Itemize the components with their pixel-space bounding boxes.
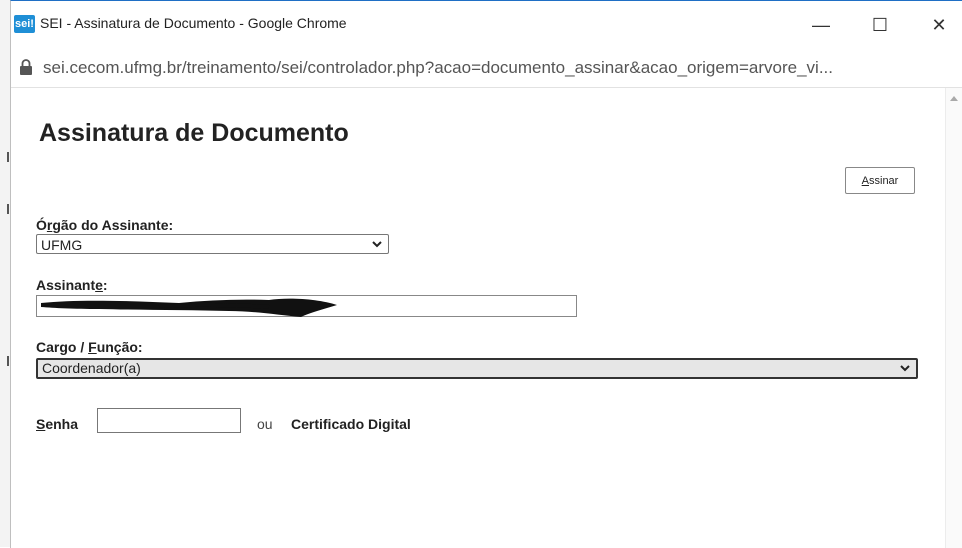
assinar-button[interactable]: Assinar xyxy=(845,167,915,194)
assinar-accesskey: A xyxy=(861,174,869,187)
background-mark xyxy=(7,204,9,214)
certificado-digital-link[interactable]: Certificado Digital xyxy=(291,416,411,432)
cargo-selected-value: Coordenador(a) xyxy=(42,360,141,376)
senha-input[interactable] xyxy=(97,408,241,433)
assinar-label: ssinar xyxy=(869,174,899,187)
assinante-label-accesskey: e xyxy=(95,277,103,293)
ou-text: ou xyxy=(257,416,273,432)
background-left-strip xyxy=(0,0,10,547)
cargo-select[interactable]: Coordenador(a) xyxy=(36,358,918,379)
minimize-button[interactable]: — xyxy=(798,9,844,41)
address-bar[interactable]: sei.cecom.ufmg.br/treinamento/sei/contro… xyxy=(11,49,962,88)
close-icon: ✕ xyxy=(931,14,947,35)
title-bar[interactable]: sei! SEI - Assinatura de Documento - Goo… xyxy=(11,1,962,49)
lock-icon[interactable] xyxy=(19,59,33,75)
background-mark xyxy=(7,356,9,366)
cargo-label: Cargo / Função: xyxy=(36,339,143,355)
close-button[interactable]: ✕ xyxy=(916,9,962,41)
senha-label-accesskey: S xyxy=(36,416,46,432)
cargo-label-rest: unção: xyxy=(96,339,143,355)
orgao-label: Órgão do Assinante: xyxy=(36,217,173,233)
maximize-icon: ☐ xyxy=(871,14,889,35)
redaction-mark xyxy=(41,298,337,317)
vertical-scrollbar[interactable] xyxy=(945,88,962,548)
url-text[interactable]: sei.cecom.ufmg.br/treinamento/sei/contro… xyxy=(43,58,948,78)
orgao-label-start: Ó xyxy=(36,217,47,233)
maximize-button[interactable]: ☐ xyxy=(857,9,903,41)
sei-app-icon: sei! xyxy=(14,15,35,33)
background-mark xyxy=(7,152,9,162)
senha-label: Senha xyxy=(36,416,78,432)
cargo-label-accesskey: F xyxy=(88,339,97,355)
minimize-icon: — xyxy=(812,14,830,35)
scroll-up-arrow-icon[interactable] xyxy=(950,96,958,101)
orgao-selected-value: UFMG xyxy=(41,237,83,253)
browser-popup-window: sei! SEI - Assinatura de Documento - Goo… xyxy=(10,0,962,548)
orgao-select[interactable]: UFMG xyxy=(36,234,389,254)
orgao-label-rest: gão do Assinante: xyxy=(52,217,174,233)
assinante-label-rest: : xyxy=(102,277,108,293)
page-title: Assinatura de Documento xyxy=(39,119,349,147)
cargo-label-start: Cargo / xyxy=(36,339,89,355)
assinante-label-start: Assinant xyxy=(36,277,96,293)
window-title: SEI - Assinatura de Documento - Google C… xyxy=(40,15,347,31)
assinante-label: Assinante: xyxy=(36,277,108,293)
senha-label-rest: enha xyxy=(45,416,79,432)
chevron-down-icon xyxy=(372,241,382,248)
chevron-down-icon xyxy=(900,365,910,372)
